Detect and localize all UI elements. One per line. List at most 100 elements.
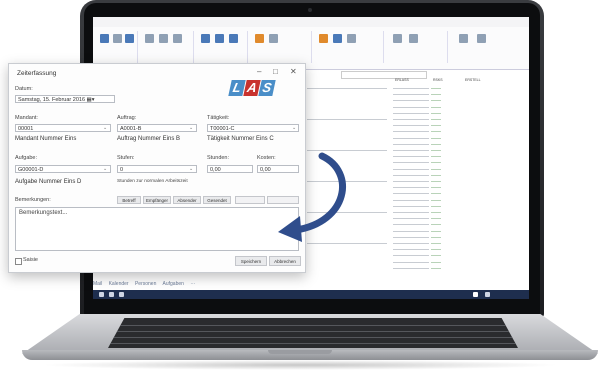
category-icon[interactable] — [319, 34, 328, 43]
list-row-line — [393, 162, 429, 164]
forward-icon[interactable] — [229, 34, 238, 43]
curved-arrow-icon — [278, 152, 346, 242]
chevron-down-icon[interactable]: ⌄ — [189, 125, 193, 131]
list-row-line — [393, 156, 429, 158]
taetigkeit-description: Tätigkeit Nummer Eins C — [207, 136, 274, 142]
save-button[interactable]: Speichern — [235, 256, 267, 266]
list-row-line — [431, 243, 441, 244]
list-row-line — [393, 181, 429, 182]
tab-calendar[interactable]: Kalender — [109, 281, 129, 287]
task-view-icon[interactable] — [119, 292, 124, 297]
calendar-spin-icon[interactable]: ▦▾ — [87, 97, 95, 103]
list-row-line — [393, 224, 429, 226]
list-row-line — [431, 181, 441, 182]
navigation-tabs: Mail Kalender Personen Aufgaben ··· — [93, 281, 529, 289]
reply-all-icon[interactable] — [215, 34, 224, 43]
date-day[interactable]: 15 — [43, 97, 49, 103]
quick-steps-icon[interactable] — [255, 34, 264, 43]
absender-button[interactable]: Absender — [173, 196, 201, 204]
new-item-icon[interactable] — [113, 34, 122, 43]
chevron-down-icon[interactable]: ⌄ — [103, 125, 107, 131]
app-icon[interactable] — [473, 292, 478, 297]
new-mail-icon[interactable] — [100, 34, 109, 43]
key-row — [108, 333, 518, 338]
auftrag-label: Auftrag: — [117, 115, 137, 121]
column-header[interactable]: ERLASS — [395, 78, 409, 82]
tab-tasks[interactable]: Aufgaben — [163, 281, 184, 287]
list-row-line — [393, 94, 429, 96]
date-weekday[interactable]: Samstag — [18, 97, 40, 103]
date-field[interactable]: Samstag, 15. Februar 2016 ▦▾ — [15, 95, 115, 103]
chevron-down-icon[interactable]: ⌄ — [189, 166, 193, 172]
tab-more[interactable]: ··· — [190, 281, 195, 287]
list-row-line — [393, 205, 429, 207]
stufen-input[interactable]: 0 — [117, 165, 197, 173]
list-row-line — [393, 112, 429, 114]
gesendet-button[interactable]: Gesendet — [203, 196, 231, 204]
search-icon[interactable] — [109, 292, 114, 297]
stufen-label: Stufen: — [117, 155, 135, 161]
mandant-description: Mandant Nummer Eins — [15, 136, 77, 142]
aufgabe-description: Aufgabe Nummer Eins D — [15, 179, 82, 185]
dialog-title: Zeiterfassung — [17, 70, 57, 77]
tray-icon[interactable] — [485, 292, 490, 297]
list-row-line — [431, 187, 441, 189]
auftrag-input[interactable]: A0001-B — [117, 124, 197, 132]
list-row-line — [393, 187, 429, 189]
saisie-checkbox[interactable] — [15, 258, 22, 265]
column-header[interactable]: RSKS — [433, 78, 443, 82]
address-book-icon[interactable] — [393, 34, 402, 43]
list-row-line — [431, 249, 441, 251]
close-icon[interactable]: ✕ — [290, 67, 297, 76]
chevron-down-icon[interactable]: ⌄ — [292, 125, 296, 131]
junk-icon[interactable] — [125, 34, 134, 43]
taetigkeit-input[interactable]: T00001-C — [207, 124, 299, 132]
start-icon[interactable] — [99, 292, 104, 297]
list-row-line — [307, 243, 387, 244]
grid-icon[interactable] — [477, 34, 486, 43]
list-row-line — [393, 131, 429, 133]
archive-icon[interactable] — [173, 34, 182, 43]
filter-icon[interactable] — [409, 34, 418, 43]
stunden-input[interactable]: 0,00 — [207, 165, 253, 173]
stunden-label: Stunden: — [207, 155, 230, 161]
list-row-line — [393, 236, 429, 238]
date-month[interactable]: Februar — [52, 97, 71, 103]
cancel-button[interactable]: Abbrechen — [269, 256, 301, 266]
aufgabe-input[interactable]: G00001-D — [15, 165, 111, 173]
disabled-button[interactable] — [235, 196, 265, 204]
empfaenger-button[interactable]: Empfänger — [143, 196, 171, 204]
ribbon-group-find — [387, 31, 448, 63]
chevron-down-icon[interactable]: ⌄ — [103, 166, 107, 172]
date-year[interactable]: 2016 — [73, 97, 85, 103]
flag-icon[interactable] — [333, 34, 342, 43]
list-row-line — [393, 119, 429, 120]
ribbon-group-quicksteps — [251, 31, 312, 63]
list-row-line — [431, 88, 441, 89]
list-row-line — [393, 261, 429, 263]
move-icon[interactable] — [269, 34, 278, 43]
tab-people[interactable]: Personen — [135, 281, 156, 287]
tab-mail[interactable]: Mail — [93, 281, 102, 287]
list-row-line — [393, 100, 429, 102]
list-row-line — [431, 230, 441, 232]
reply-icon[interactable] — [201, 34, 210, 43]
store-icon[interactable] — [459, 34, 468, 43]
las-logo: LAS — [228, 79, 276, 96]
remarks-textarea[interactable]: Bemerkungstext... — [15, 207, 299, 251]
mandant-input[interactable]: 00001 — [15, 124, 111, 132]
cleanup-icon[interactable] — [145, 34, 154, 43]
column-header[interactable]: ERSTELL — [465, 78, 481, 82]
betreff-button[interactable]: Betreff — [117, 196, 141, 204]
search-input[interactable] — [341, 71, 427, 79]
time-entry-dialog: Zeiterfassung – □ ✕ LAS Datum: Samstag, … — [8, 63, 306, 273]
keyboard — [108, 318, 518, 348]
rules-icon[interactable] — [347, 34, 356, 43]
delete-icon[interactable] — [159, 34, 168, 43]
minimize-icon[interactable]: – — [257, 67, 261, 76]
list-row-line — [393, 106, 429, 108]
list-row-line — [393, 230, 429, 232]
list-row-line — [431, 143, 441, 145]
maximize-icon[interactable]: □ — [273, 67, 278, 76]
list-row-line — [431, 156, 441, 158]
